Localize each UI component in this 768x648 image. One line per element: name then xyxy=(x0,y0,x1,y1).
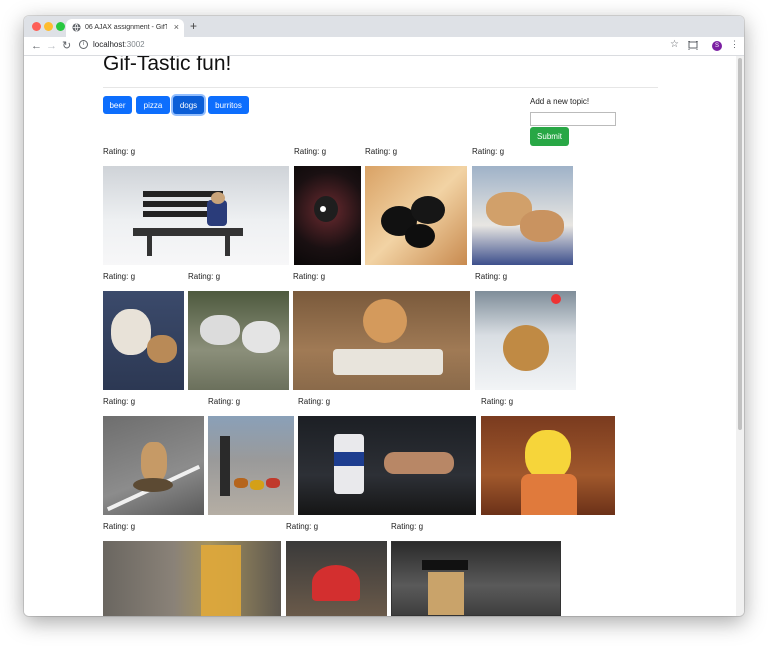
gif-image[interactable] xyxy=(391,541,561,616)
topic-button-dogs[interactable]: dogs xyxy=(173,96,204,114)
reload-icon[interactable]: ↻ xyxy=(62,38,71,54)
cast-icon[interactable] xyxy=(688,41,698,50)
gif-rating: Rating: g xyxy=(481,397,514,406)
gif-rating: Rating: g xyxy=(475,272,508,281)
close-tab-icon[interactable]: × xyxy=(174,22,179,32)
gif-rating: Rating: g xyxy=(298,397,331,406)
new-tab-button[interactable]: + xyxy=(190,19,197,33)
add-topic-label: Add a new topic! xyxy=(530,97,590,106)
gif-image[interactable] xyxy=(365,166,467,265)
gif-image[interactable] xyxy=(103,541,281,616)
gif-image[interactable] xyxy=(103,416,204,515)
close-window-button[interactable] xyxy=(32,22,41,31)
gif-image[interactable] xyxy=(475,291,576,390)
gif-rating: Rating: g xyxy=(103,147,136,156)
gif-image[interactable] xyxy=(208,416,294,515)
gif-rating: Rating: g xyxy=(103,397,136,406)
topic-button-beer[interactable]: beer xyxy=(103,96,132,114)
back-icon[interactable]: ← xyxy=(31,38,42,54)
gif-image[interactable] xyxy=(103,166,289,265)
topic-button-burritos[interactable]: burritos xyxy=(208,96,249,114)
gif-image[interactable] xyxy=(481,416,615,515)
gif-rating: Rating: g xyxy=(293,272,326,281)
browser-window: 06 AJAX assignment - GifTastic × + ← → ↻… xyxy=(24,16,744,616)
browser-tab[interactable]: 06 AJAX assignment - GifTastic × xyxy=(66,19,184,37)
submit-button[interactable]: Submit xyxy=(530,127,569,146)
gif-rating: Rating: g xyxy=(103,522,136,531)
tab-title: 06 AJAX assignment - GifTastic xyxy=(85,24,167,31)
info-icon[interactable]: i xyxy=(79,40,88,50)
browser-toolbar: ← → ↻ i localhost:3002 ☆ S ⋮ xyxy=(24,37,744,56)
vertical-scrollbar[interactable] xyxy=(736,56,744,616)
tab-strip: 06 AJAX assignment - GifTastic × + xyxy=(24,16,744,37)
star-icon[interactable]: ☆ xyxy=(670,39,679,50)
gif-image[interactable] xyxy=(294,166,361,265)
minimize-window-button[interactable] xyxy=(44,22,53,31)
gif-rating: Rating: g xyxy=(391,522,424,531)
gif-rating: Rating: g xyxy=(286,522,319,531)
scrollbar-thumb[interactable] xyxy=(738,58,742,430)
menu-icon[interactable]: ⋮ xyxy=(730,39,739,50)
gif-image[interactable] xyxy=(286,541,387,616)
avatar[interactable]: S xyxy=(712,41,722,51)
globe-icon xyxy=(72,23,81,32)
gif-rating: Rating: g xyxy=(208,397,241,406)
topic-input[interactable] xyxy=(530,112,616,126)
gif-rating: Rating: g xyxy=(472,147,505,156)
address-bar[interactable]: i localhost:3002 xyxy=(79,40,145,50)
gif-rating: Rating: g xyxy=(294,147,327,156)
url-port: :3002 xyxy=(124,40,145,49)
page-viewport: Gif-Tastic fun! beer pizza dogs burritos… xyxy=(24,56,736,616)
page-title: Gif-Tastic fun! xyxy=(103,56,232,75)
gif-rating: Rating: g xyxy=(188,272,221,281)
divider xyxy=(103,87,658,88)
gif-image[interactable] xyxy=(298,416,476,515)
forward-icon[interactable]: → xyxy=(46,38,57,54)
gif-image[interactable] xyxy=(188,291,289,390)
gif-rating: Rating: g xyxy=(103,272,136,281)
gif-rating: Rating: g xyxy=(365,147,398,156)
maximize-window-button[interactable] xyxy=(56,22,65,31)
url-host: localhost xyxy=(93,40,125,49)
topic-button-pizza[interactable]: pizza xyxy=(136,96,170,114)
gif-image[interactable] xyxy=(103,291,184,390)
gif-image[interactable] xyxy=(293,291,470,390)
gif-image[interactable] xyxy=(472,166,573,265)
